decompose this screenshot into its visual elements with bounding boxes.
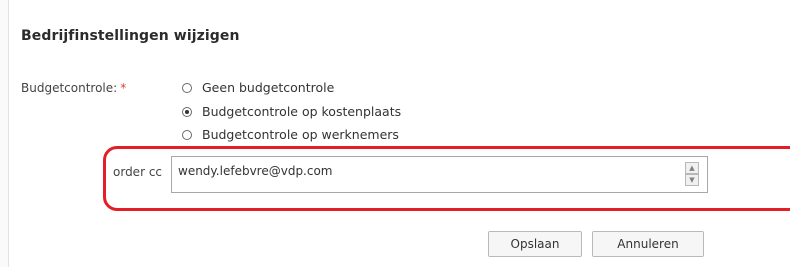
- radio-button[interactable]: [182, 82, 192, 93]
- order-cc-label: order cc: [113, 165, 163, 179]
- radio-option-geen[interactable]: Geen budgetcontrole: [182, 80, 334, 95]
- budget-control-label: Budgetcontrole: *: [21, 81, 126, 95]
- scroll-down-icon[interactable]: ▼: [685, 174, 699, 186]
- order-cc-textarea[interactable]: wendy.lefebvre@vdp.com ▲ ▼: [171, 156, 708, 193]
- cancel-button[interactable]: Annuleren: [592, 231, 704, 257]
- save-button[interactable]: Opslaan: [488, 231, 582, 257]
- radio-button-checked[interactable]: [182, 106, 192, 117]
- budget-control-label-text: Budgetcontrole:: [21, 81, 118, 95]
- radio-option-werknemers[interactable]: Budgetcontrole op werknemers: [182, 127, 399, 142]
- required-marker: *: [120, 81, 127, 95]
- order-cc-value: wendy.lefebvre@vdp.com: [178, 164, 333, 178]
- radio-label: Geen budgetcontrole: [202, 80, 335, 95]
- scroll-up-icon[interactable]: ▲: [685, 162, 699, 174]
- left-border: [0, 0, 9, 267]
- radio-label: Budgetcontrole op kostenplaats: [202, 104, 402, 119]
- page-title: Bedrijfinstellingen wijzigen: [21, 28, 240, 44]
- radio-label: Budgetcontrole op werknemers: [202, 127, 399, 142]
- radio-button[interactable]: [182, 129, 192, 140]
- radio-option-kostenplaats[interactable]: Budgetcontrole op kostenplaats: [182, 104, 401, 119]
